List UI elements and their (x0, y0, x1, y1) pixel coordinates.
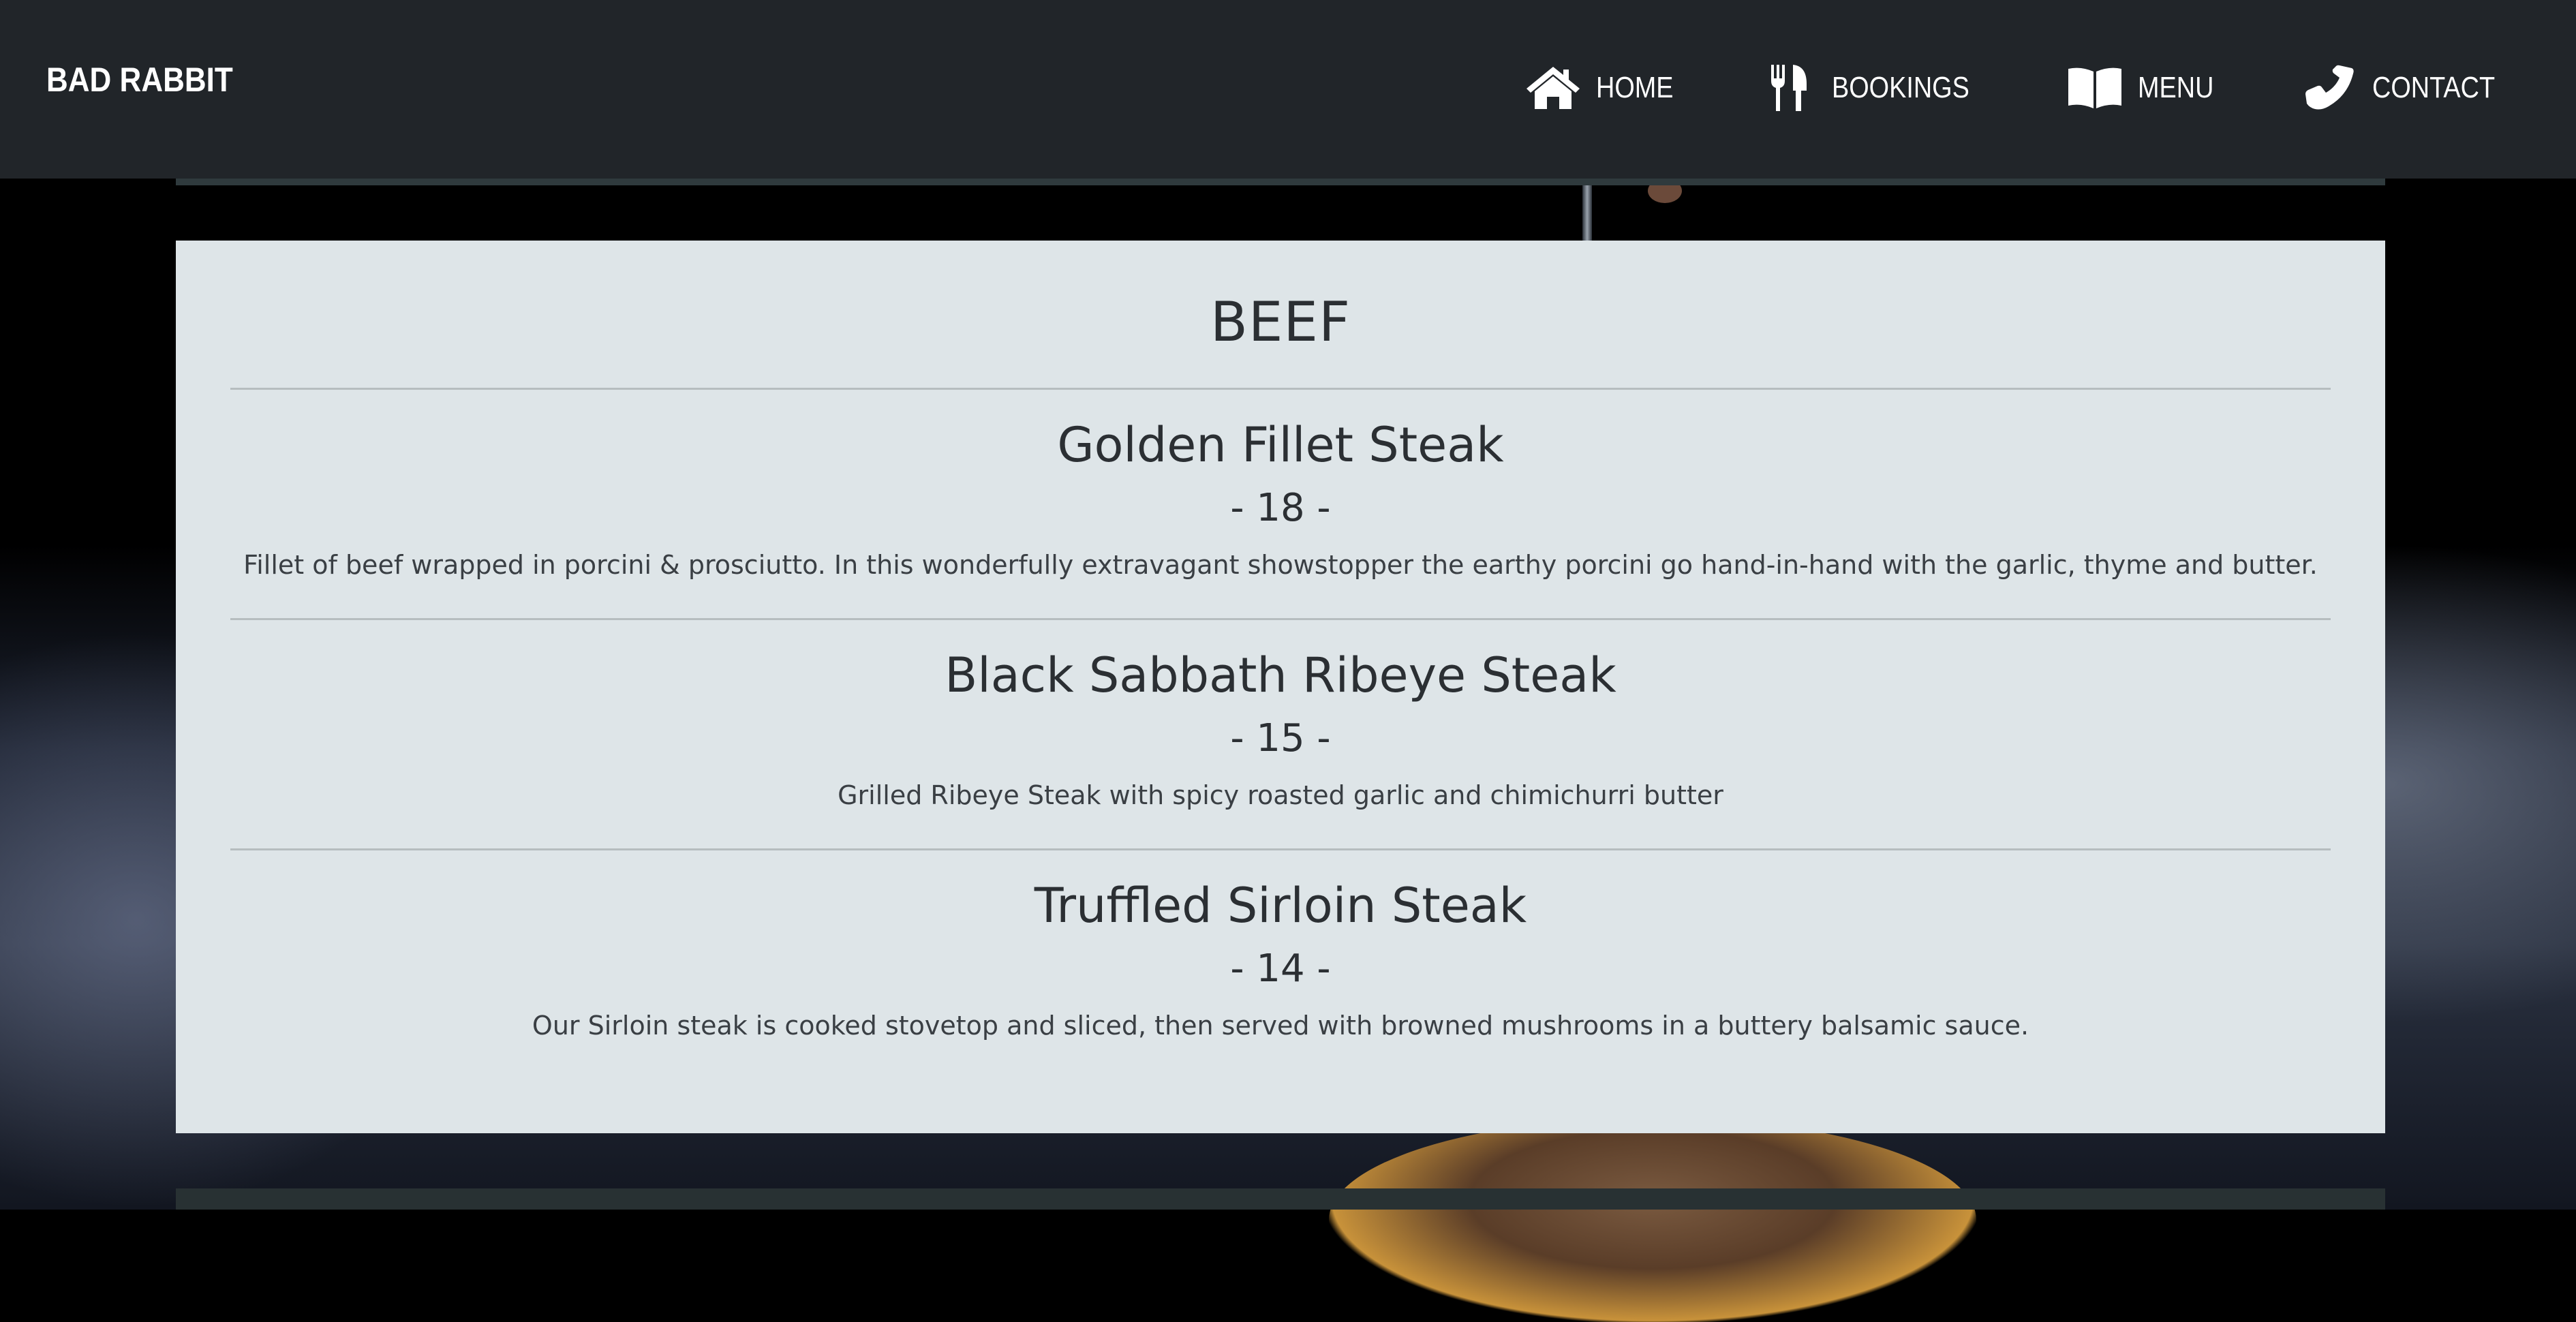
content-strip-bottom (176, 1188, 2385, 1210)
divider (230, 618, 2331, 620)
nav-item-label: MENU (2138, 71, 2214, 104)
nav-item-bookings[interactable]: BOOKINGS (1761, 63, 1992, 113)
nav-item-label: HOME (1596, 71, 1674, 104)
nav-item-menu[interactable]: MENU (2067, 63, 2226, 113)
home-icon (1525, 63, 1581, 113)
background-knife (1582, 184, 1592, 245)
menu-item-price: - 18 - (1230, 486, 1331, 530)
phone-icon (2301, 63, 2357, 113)
content-strip-top (176, 179, 2385, 185)
menu-item-name: Golden Fillet Steak (1057, 417, 1504, 473)
background-steak-dish (1329, 1118, 1976, 1322)
menu-item: Truffled Sirloin Steak - 14 - Our Sirloi… (176, 882, 2385, 1039)
menu-item-description: Our Sirloin steak is cooked stovetop and… (532, 1011, 2029, 1041)
nav-item-home[interactable]: HOME (1525, 63, 1686, 113)
navbar: BAD RABBIT HOME BOOKINGS MENU CONTACT (0, 0, 2576, 179)
divider (230, 848, 2331, 850)
menu-item: Black Sabbath Ribeye Steak - 15 - Grille… (176, 651, 2385, 808)
nav-item-label: BOOKINGS (1832, 71, 1970, 104)
menu-item-name: Black Sabbath Ribeye Steak (945, 647, 1616, 703)
menu-item-price: - 15 - (1230, 716, 1331, 760)
menu-item-description: Grilled Ribeye Steak with spicy roasted … (838, 780, 1723, 810)
menu-item-name: Truffled Sirloin Steak (1034, 878, 1527, 934)
menu-item-price: - 14 - (1230, 947, 1331, 991)
menu-item-description: Fillet of beef wrapped in porcini & pros… (243, 550, 2318, 580)
menu-item: Golden Fillet Steak - 18 - Fillet of bee… (176, 421, 2385, 578)
main-nav: HOME BOOKINGS MENU CONTACT (1450, 63, 2515, 113)
book-icon (2067, 63, 2123, 113)
utensils-icon (1761, 63, 1817, 113)
menu-section-card: BEEF Golden Fillet Steak - 18 - Fillet o… (176, 241, 2385, 1133)
section-title: BEEF (1210, 290, 1351, 354)
divider (230, 388, 2331, 390)
nav-item-label: CONTACT (2372, 71, 2495, 104)
brand-logo[interactable]: BAD RABBIT (46, 60, 233, 99)
nav-item-contact[interactable]: CONTACT (2301, 63, 2515, 113)
